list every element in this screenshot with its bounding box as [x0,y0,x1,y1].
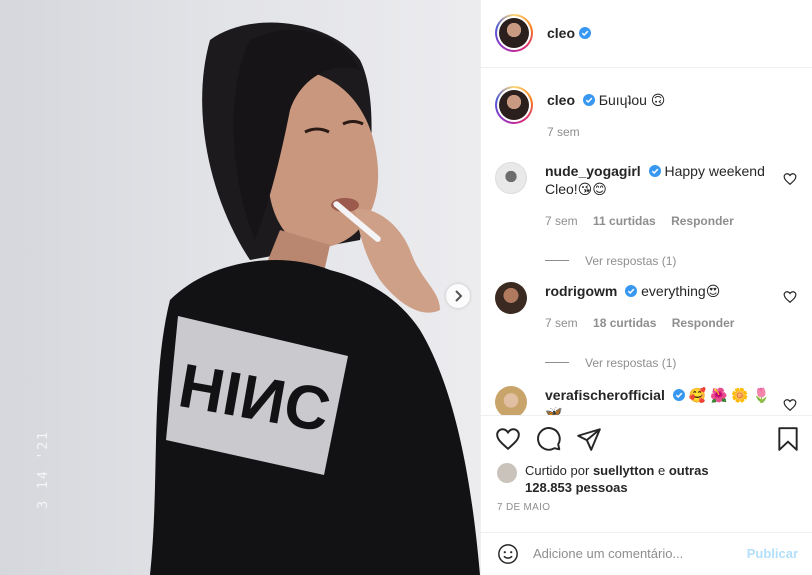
caption-avatar[interactable] [495,85,533,124]
comment-text: everything😍 [641,282,721,299]
caption-username[interactable]: cleo [547,92,575,108]
comment-item: rodrigowm everything😍 7 sem 18 curtidas … [495,281,797,372]
comment-item: verafischerofficial 🥰 🌺 🌼 🌷 🦋 [495,385,797,415]
comment-likes[interactable]: 18 curtidas [593,316,656,330]
post-date[interactable]: 7 DE MAIO [497,502,550,513]
view-replies-label: Ver respostas (1) [585,253,677,268]
view-replies-label: Ver respostas (1) [585,355,677,370]
post-photo: ƆNIH [150,22,480,575]
commenter-avatar[interactable] [495,281,527,314]
comment-username[interactable]: verafischerofficial [545,387,665,403]
comment-icon[interactable] [536,426,562,452]
comments-list[interactable]: cleo Ƃuıɥʇou 🙃 7 sem nude_yogagirl Happy [481,68,812,415]
comment-time[interactable]: 7 sem [545,214,578,228]
verified-badge-icon [672,388,685,401]
heart-icon[interactable] [495,426,521,452]
share-icon[interactable] [576,426,602,452]
chevron-right-icon [455,290,463,302]
post-actions: Curtido por suellytton e outras 128.853 … [481,415,812,513]
author-username[interactable]: cleo [547,25,575,41]
view-replies-button[interactable]: Ver respostas (1) [545,354,775,372]
likes-prefix: Curtido por [525,463,590,478]
reply-button[interactable]: Responder [671,214,734,228]
commenter-avatar[interactable] [495,161,527,194]
liker-username[interactable]: suellytton [593,463,654,478]
likes-connector: e [657,463,666,478]
comment-username[interactable]: rodrigowm [545,283,617,299]
comment-likes[interactable]: 11 curtidas [593,214,656,228]
commenter-avatar[interactable] [495,385,527,415]
add-comment-bar: Publicar [481,531,812,575]
post-caption: cleo Ƃuıɥʇou 🙃 7 sem [495,85,777,141]
comment-item: nude_yogagirl Happy weekend Cleo!😘😊 7 se… [495,161,797,270]
post-header: cleo [481,0,812,68]
comment-like-heart-icon[interactable] [783,398,797,412]
view-replies-button[interactable]: Ver respostas (1) [545,252,775,270]
verified-badge-icon [648,164,661,177]
reply-button[interactable]: Responder [672,316,735,330]
liker-avatar[interactable] [497,463,517,483]
comment-input[interactable] [533,546,733,562]
bookmark-icon[interactable] [775,426,801,452]
caption-time[interactable]: 7 sem [547,125,580,139]
verified-badge-icon [582,93,595,106]
comment-like-heart-icon[interactable] [783,172,797,186]
comment-username[interactable]: nude_yogagirl [545,163,641,179]
post-side-panel: cleo cleo Ƃuıɥʇou 🙃 7 sem nude_yogagirl … [480,0,812,575]
caption-text: Ƃuıɥʇou 🙃 [598,91,666,108]
comment-time[interactable]: 7 sem [545,316,578,330]
next-photo-button[interactable] [446,284,470,308]
author-avatar[interactable] [495,14,533,53]
comment-like-heart-icon[interactable] [783,290,797,304]
publish-button[interactable]: Publicar [747,546,798,561]
post-media[interactable]: ƆNIH 3 14 '21 [0,0,480,575]
verified-badge-icon [625,284,638,297]
photo-date-stamp: 3 14 '21 [36,430,51,509]
likes-summary[interactable]: Curtido por suellytton e outras 128.853 … [497,462,725,496]
emoji-icon[interactable] [497,543,519,565]
verified-badge-icon [579,27,592,40]
